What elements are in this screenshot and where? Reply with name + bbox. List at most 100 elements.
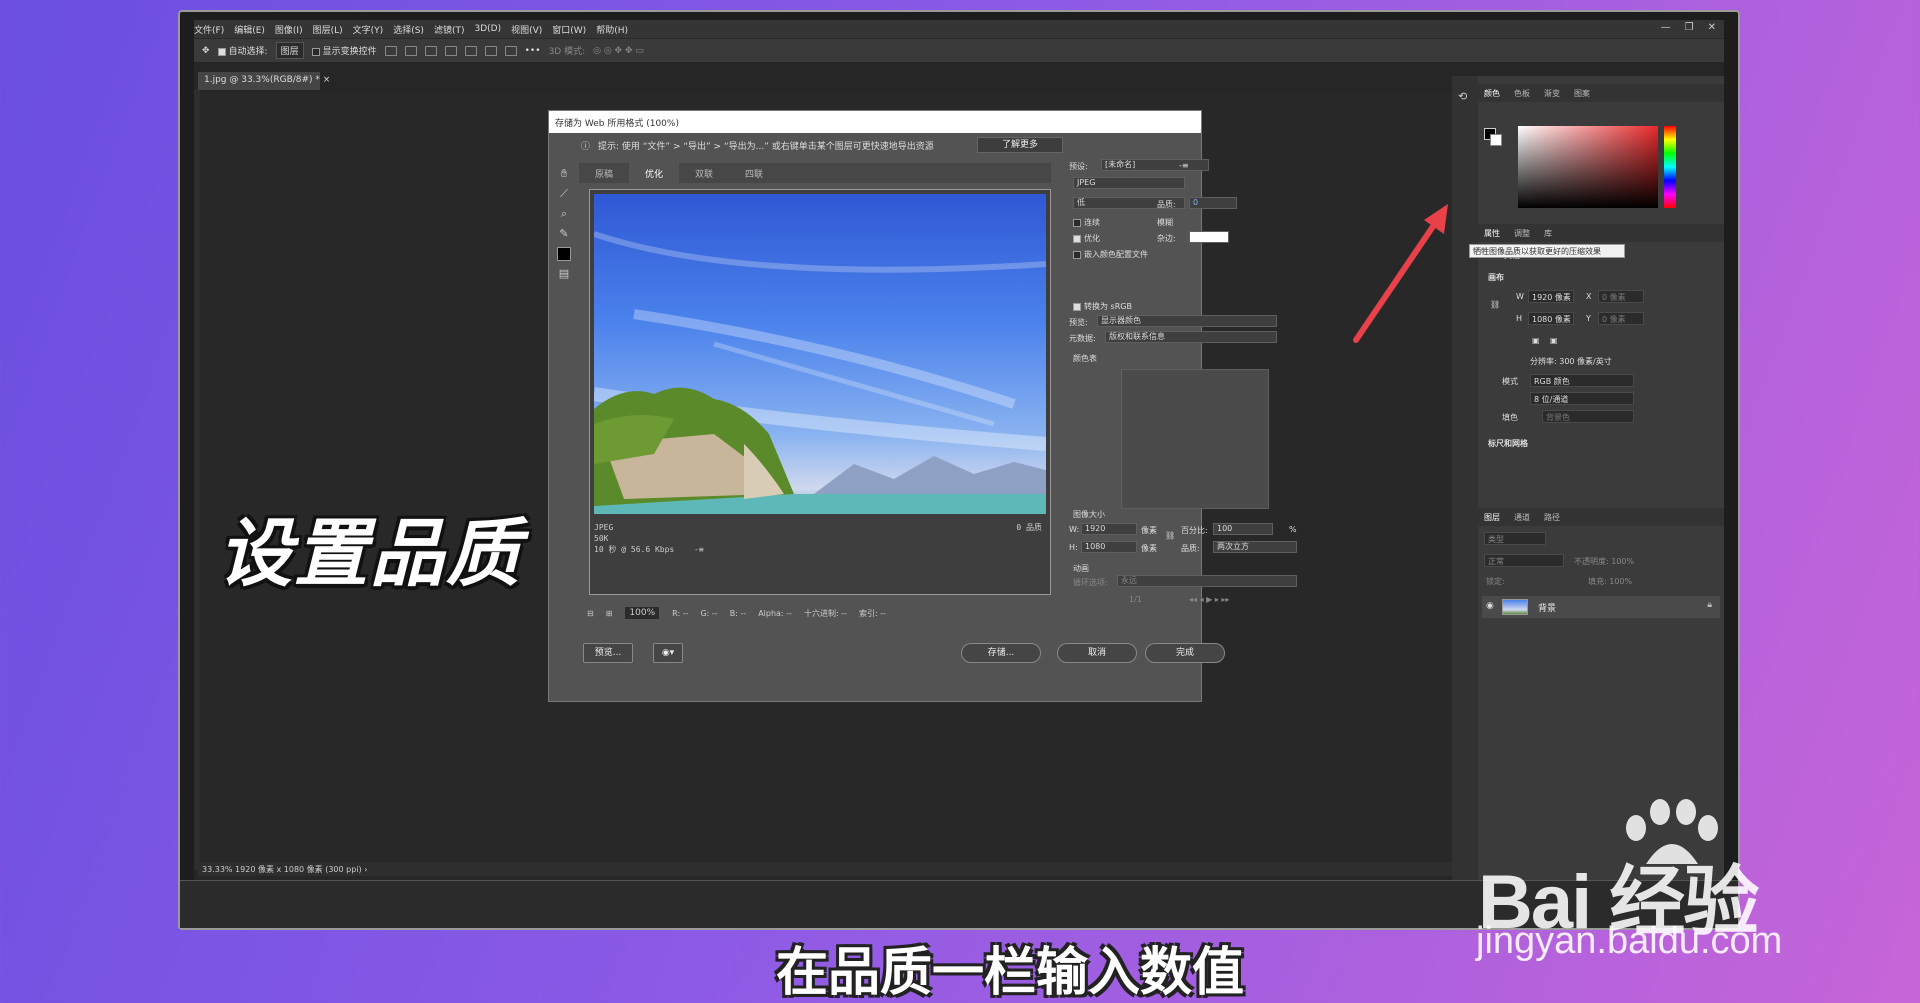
show-transform-option[interactable]: 显示变换控件 — [311, 44, 377, 57]
auto-select-checkbox[interactable] — [217, 47, 226, 56]
tab-adjustments[interactable]: 调整 — [1514, 228, 1530, 239]
align-center-icon[interactable] — [404, 45, 417, 56]
more-options-icon[interactable]: ••• — [525, 46, 541, 56]
layer-kind-filter[interactable]: 类型 — [1484, 532, 1546, 545]
menu-type[interactable]: 文字(Y) — [353, 23, 384, 36]
blend-mode-select[interactable]: 正常 — [1484, 554, 1564, 567]
preset-menu-icon[interactable]: -≡ — [1179, 161, 1189, 170]
height-input[interactable]: 1080 — [1081, 541, 1137, 553]
close-tab-icon[interactable]: × — [323, 75, 331, 85]
restore-icon[interactable]: ❐ — [1685, 22, 1694, 33]
opacity-field[interactable]: 不透明度: 100% — [1574, 556, 1634, 567]
portrait-icon[interactable]: ▣ — [1532, 336, 1540, 345]
zoom-in-icon[interactable]: ⊞ — [606, 609, 613, 618]
convert-srgb-option[interactable]: 转换为 sRGB — [1073, 301, 1132, 312]
show-transform-checkbox[interactable] — [311, 47, 320, 56]
tab-patterns[interactable]: 图案 — [1574, 88, 1590, 99]
slice-select-icon[interactable]: ⟋ — [557, 187, 571, 201]
mode-select[interactable]: RGB 颜色 — [1530, 374, 1634, 387]
distribute-icon[interactable] — [444, 45, 457, 56]
toggle-slices-icon[interactable]: ▤ — [557, 267, 571, 281]
close-icon[interactable]: ✕ — [1708, 22, 1716, 33]
tab-4up[interactable]: 四联 — [729, 163, 779, 183]
progressive-checkbox[interactable] — [1073, 218, 1081, 227]
tab-gradients[interactable]: 渐变 — [1544, 88, 1560, 99]
preset-select[interactable]: [未命名] — [1101, 159, 1209, 171]
tab-color[interactable]: 颜色 — [1484, 88, 1500, 99]
document-tab[interactable]: 1.jpg @ 33.3%(RGB/8#) * × — [198, 72, 330, 90]
align-bottom-icon[interactable] — [504, 45, 517, 56]
layer-name[interactable]: 背景 — [1538, 601, 1556, 614]
fill-opacity-field[interactable]: 填充: 100% — [1588, 576, 1632, 587]
progressive-option[interactable]: 连续 — [1073, 217, 1100, 228]
preview-menu-icon[interactable]: -≡ — [694, 544, 704, 555]
menu-edit[interactable]: 编辑(E) — [234, 23, 265, 36]
resample-select[interactable]: 两次立方 — [1213, 541, 1297, 553]
learn-more-button[interactable]: 了解更多 — [977, 137, 1063, 153]
menu-view[interactable]: 视图(V) — [511, 23, 542, 36]
preview-button[interactable]: 预览... — [583, 643, 633, 663]
move-tool-icon[interactable]: ✥ — [202, 46, 210, 56]
canvas-width-field[interactable]: 1920 像素 — [1528, 290, 1574, 303]
landscape-icon[interactable]: ▣ — [1550, 336, 1558, 345]
menu-window[interactable]: 窗口(W) — [552, 23, 586, 36]
quality-input[interactable]: 0 — [1189, 197, 1237, 209]
optimized-checkbox[interactable] — [1073, 234, 1081, 243]
tab-channels[interactable]: 通道 — [1514, 512, 1530, 523]
align-top-icon[interactable] — [464, 45, 477, 56]
embed-profile-checkbox[interactable] — [1073, 250, 1081, 259]
percent-input[interactable]: 100 — [1213, 523, 1273, 535]
zoom-select[interactable]: 100% — [624, 606, 661, 620]
browser-preview-icon[interactable]: ◉▾ — [653, 643, 683, 663]
align-middle-icon[interactable] — [484, 45, 497, 56]
eyedropper-color-swatch[interactable] — [557, 247, 571, 261]
optimized-option[interactable]: 优化 — [1073, 233, 1100, 244]
minimize-icon[interactable]: — — [1661, 22, 1671, 33]
tab-layers[interactable]: 图层 — [1484, 512, 1500, 523]
background-swatch[interactable] — [1490, 134, 1502, 146]
metadata-select[interactable]: 版权和联系信息 — [1105, 331, 1277, 343]
zoom-tool-icon[interactable]: ⌕ — [557, 207, 571, 221]
canvas-height-field[interactable]: 1080 像素 — [1528, 312, 1574, 325]
depth-select[interactable]: 8 位/通道 — [1530, 392, 1634, 405]
embed-profile-option[interactable]: 嵌入颜色配置文件 — [1073, 249, 1148, 260]
menu-image[interactable]: 图像(I) — [275, 23, 303, 36]
align-left-icon[interactable] — [384, 45, 397, 56]
visibility-eye-icon[interactable]: ◉ — [1486, 601, 1494, 611]
link-icon[interactable]: ⛓ — [1490, 300, 1500, 309]
tab-2up[interactable]: 双联 — [679, 163, 729, 183]
menu-help[interactable]: 帮助(H) — [596, 23, 628, 36]
layer-row[interactable]: ◉ 背景 🔒︎ — [1482, 596, 1720, 618]
animation-controls-icon[interactable]: ◂◂ ◂ ▶ ▸ ▸▸ — [1189, 595, 1229, 604]
menu-layer[interactable]: 图层(L) — [313, 23, 343, 36]
menu-file[interactable]: 文件(F) — [194, 23, 224, 36]
hand-tool-icon[interactable]: ✋︎ — [557, 167, 571, 181]
save-button[interactable]: 存储... — [961, 643, 1041, 663]
image-preview[interactable]: JPEG 50K 10 秒 @ 56.6 Kbps 0 品质 -≡ — [589, 189, 1051, 595]
history-icon[interactable]: ⟲ — [1458, 90, 1467, 103]
tab-optimized[interactable]: 优化 — [629, 163, 680, 183]
zoom-out-icon[interactable]: ⊟ — [587, 609, 594, 618]
preview-select[interactable]: 显示器颜色 — [1097, 315, 1277, 327]
tab-libraries[interactable]: 库 — [1544, 228, 1552, 239]
fill-select[interactable]: 背景色 — [1542, 410, 1634, 423]
tab-properties[interactable]: 属性 — [1484, 228, 1500, 239]
tab-swatches[interactable]: 色板 — [1514, 88, 1530, 99]
canvas-x-field[interactable]: 0 像素 — [1598, 290, 1644, 303]
layer-mode-select[interactable]: 图层 — [275, 42, 304, 59]
canvas-y-field[interactable]: 0 像素 — [1598, 312, 1644, 325]
done-button[interactable]: 完成 — [1145, 643, 1225, 663]
tab-paths[interactable]: 路径 — [1544, 512, 1560, 523]
tab-original[interactable]: 原稿 — [579, 163, 629, 183]
canvas-section-title[interactable]: 画布 — [1488, 272, 1504, 283]
convert-srgb-checkbox[interactable] — [1073, 302, 1081, 311]
loop-select[interactable]: 永远 — [1117, 575, 1297, 587]
menu-filter[interactable]: 滤镜(T) — [434, 23, 465, 36]
eyedropper-icon[interactable]: ✎ — [557, 227, 571, 241]
matte-color-field[interactable] — [1189, 231, 1229, 243]
align-right-icon[interactable] — [424, 45, 437, 56]
auto-select-option[interactable]: 自动选择: — [217, 44, 268, 57]
menu-select[interactable]: 选择(S) — [393, 23, 424, 36]
cancel-button[interactable]: 取消 — [1057, 643, 1137, 663]
width-input[interactable]: 1920 — [1081, 523, 1137, 535]
